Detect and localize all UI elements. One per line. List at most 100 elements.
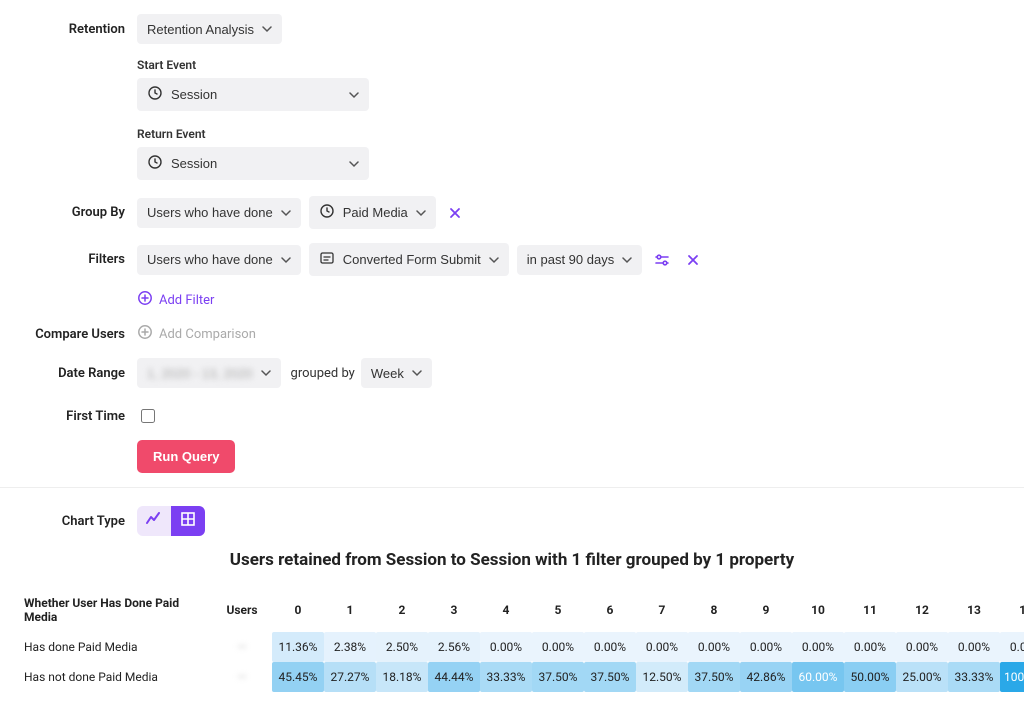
add-filter-link[interactable]: Add Filter: [137, 290, 214, 310]
chevron-down-icon: [489, 255, 499, 265]
line-chart-icon: [145, 510, 163, 532]
remove-group-by-icon[interactable]: [444, 202, 466, 224]
table-row: Has not done Paid Media—45.45%27.27%18.1…: [22, 662, 1024, 692]
add-filter-label: Add Filter: [159, 293, 214, 308]
retention-cell: 37.50%: [532, 662, 584, 692]
filter-condition-value: Users who have done: [147, 252, 273, 267]
retention-cell: 0.00%: [844, 632, 896, 662]
retention-cell: 37.50%: [688, 662, 740, 692]
group-by-label: Group By: [22, 205, 137, 220]
table-header-period: 7: [636, 588, 688, 632]
filter-settings-icon[interactable]: [650, 248, 674, 272]
first-time-checkbox[interactable]: [141, 409, 155, 423]
date-range-value: 1, 2020 - 13, 2020: [147, 366, 253, 381]
retention-cell: 60.00%: [792, 662, 844, 692]
retention-cell: 50.00%: [844, 662, 896, 692]
divider: [0, 487, 1024, 488]
retention-cell: 0.00%: [636, 632, 688, 662]
table-header-period: 6: [584, 588, 636, 632]
grid-icon: [180, 511, 196, 531]
form-icon: [319, 250, 335, 269]
start-event-select[interactable]: Session: [137, 78, 369, 111]
table-header-period: 0: [272, 588, 324, 632]
table-header-period: 1: [324, 588, 376, 632]
retention-table: Whether User Has Done Paid MediaUsers012…: [22, 588, 1024, 692]
clock-icon: [319, 203, 335, 222]
retention-cell: 0.00%: [740, 632, 792, 662]
plus-circle-icon: [137, 324, 153, 344]
retention-cell: 18.18%: [376, 662, 428, 692]
retention-cell: 0.00%: [688, 632, 740, 662]
chevron-down-icon: [349, 90, 359, 100]
retention-cell: 100.00%: [1000, 662, 1024, 692]
add-comparison-label: Add Comparison: [159, 327, 256, 342]
filter-timeframe-select[interactable]: in past 90 days: [517, 245, 642, 275]
chart-type-label: Chart Type: [22, 514, 137, 529]
clock-icon: [147, 85, 163, 104]
date-range-label: Date Range: [22, 366, 137, 381]
start-event-value: Session: [171, 87, 341, 102]
table-header-period: 8: [688, 588, 740, 632]
retention-cell: 0.00%: [792, 632, 844, 662]
table-header-group: Whether User Has Done Paid Media: [22, 588, 212, 632]
retention-cell: 0.00%: [532, 632, 584, 662]
row-label: Has not done Paid Media: [22, 662, 212, 692]
retention-cell: 45.45%: [272, 662, 324, 692]
chevron-down-icon: [281, 208, 291, 218]
table-header-period: 9: [740, 588, 792, 632]
return-event-select[interactable]: Session: [137, 147, 369, 180]
chevron-down-icon: [416, 208, 426, 218]
table-header-period: 14: [1000, 588, 1024, 632]
add-comparison-link[interactable]: Add Comparison: [137, 324, 256, 344]
chevron-down-icon: [261, 368, 271, 378]
filter-condition-select[interactable]: Users who have done: [137, 245, 301, 275]
retention-analysis-select[interactable]: Retention Analysis: [137, 14, 282, 44]
filters-label: Filters: [22, 252, 137, 267]
clock-icon: [147, 154, 163, 173]
table-header-period: 5: [532, 588, 584, 632]
run-query-button[interactable]: Run Query: [137, 440, 235, 473]
group-by-condition-select[interactable]: Users who have done: [137, 198, 301, 228]
retention-cell: 44.44%: [428, 662, 480, 692]
group-by-event-select[interactable]: Paid Media: [309, 196, 436, 229]
filter-timeframe-value: in past 90 days: [527, 252, 614, 267]
date-range-select[interactable]: 1, 2020 - 13, 2020: [137, 358, 281, 388]
table-row: Has done Paid Media—11.36%2.38%2.50%2.56…: [22, 632, 1024, 662]
chart-title: Users retained from Session to Session w…: [22, 550, 1002, 570]
retention-label: Retention: [22, 22, 137, 37]
chevron-down-icon: [262, 24, 272, 34]
chevron-down-icon: [349, 159, 359, 169]
chevron-down-icon: [622, 255, 632, 265]
table-header-period: 10: [792, 588, 844, 632]
chevron-down-icon: [281, 255, 291, 265]
row-label: Has done Paid Media: [22, 632, 212, 662]
table-header-period: 13: [948, 588, 1000, 632]
granularity-select[interactable]: Week: [361, 358, 432, 388]
granularity-value: Week: [371, 366, 404, 381]
compare-users-label: Compare Users: [22, 327, 137, 342]
retention-cell: 2.50%: [376, 632, 428, 662]
retention-cell: 0.00%: [480, 632, 532, 662]
retention-cell: 33.33%: [948, 662, 1000, 692]
chart-type-toggle: [137, 506, 205, 536]
retention-analysis-value: Retention Analysis: [147, 22, 254, 37]
grouped-by-label: grouped by: [291, 366, 355, 381]
chart-type-line-button[interactable]: [137, 506, 171, 536]
return-event-label: Return Event: [137, 127, 1002, 141]
start-event-label: Start Event: [137, 58, 1002, 72]
retention-cell: 42.86%: [740, 662, 792, 692]
retention-cell: 0.00%: [1000, 632, 1024, 662]
retention-cell: 12.50%: [636, 662, 688, 692]
filter-event-select[interactable]: Converted Form Submit: [309, 243, 509, 276]
retention-cell: 27.27%: [324, 662, 376, 692]
group-by-event-value: Paid Media: [343, 205, 408, 220]
table-header-users: Users: [212, 588, 272, 632]
table-header-period: 4: [480, 588, 532, 632]
chart-type-table-button[interactable]: [171, 506, 205, 536]
retention-cell: 37.50%: [584, 662, 636, 692]
retention-cell: 33.33%: [480, 662, 532, 692]
retention-cell: 0.00%: [584, 632, 636, 662]
first-time-label: First Time: [22, 409, 137, 424]
retention-cell: 2.56%: [428, 632, 480, 662]
remove-filter-icon[interactable]: [682, 249, 704, 271]
